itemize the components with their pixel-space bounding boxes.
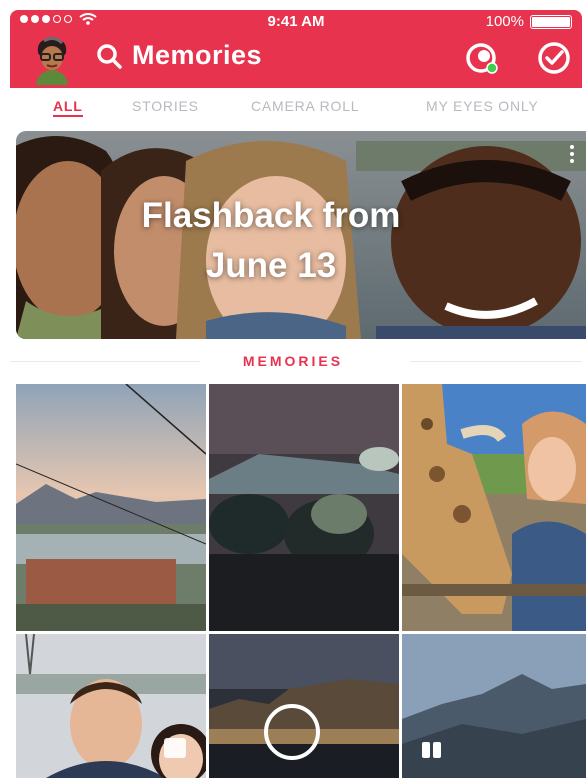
- memory-tile[interactable]: [16, 634, 206, 778]
- battery-percent: 100%: [485, 13, 524, 30]
- memory-tile[interactable]: [402, 384, 586, 631]
- multi-snap-icon: [422, 742, 441, 758]
- app-header: 9:41 AM 100% Memories: [10, 10, 582, 88]
- tab-stories[interactable]: STORIES: [132, 98, 199, 114]
- flashback-card[interactable]: Flashback from June 13: [16, 131, 586, 339]
- flashback-line-2: June 13: [205, 246, 337, 285]
- memory-photo-city: [16, 384, 206, 631]
- more-icon[interactable]: [570, 145, 574, 163]
- snap-icon: [164, 738, 186, 758]
- flashback-line-1: Flashback from: [141, 196, 401, 235]
- status-bar: 9:41 AM 100%: [10, 10, 582, 32]
- flashback-title: Flashback from June 13: [96, 191, 446, 291]
- tab-my-eyes-only[interactable]: MY EYES ONLY: [426, 98, 539, 114]
- memory-photo-giraffe: [402, 384, 586, 631]
- memory-tile[interactable]: [16, 384, 206, 631]
- search-icon[interactable]: [96, 43, 122, 69]
- memory-photo-concert: [209, 384, 399, 631]
- page-title: Memories: [132, 40, 263, 70]
- play-ring-icon[interactable]: [264, 704, 320, 760]
- filter-tabs: ALL STORIES CAMERA ROLL MY EYES ONLY: [10, 88, 582, 126]
- section-label-memories: MEMORIES: [242, 353, 344, 369]
- memory-tile[interactable]: [209, 634, 399, 778]
- battery-icon: [530, 14, 572, 29]
- tab-all[interactable]: ALL: [53, 98, 83, 117]
- memory-tile[interactable]: [209, 384, 399, 631]
- memory-tile[interactable]: [402, 634, 586, 778]
- select-check-icon[interactable]: [537, 41, 571, 75]
- tab-camera-roll[interactable]: CAMERA ROLL: [251, 98, 359, 114]
- bitmoji-avatar[interactable]: [32, 35, 72, 85]
- lens-icon[interactable]: [465, 41, 499, 75]
